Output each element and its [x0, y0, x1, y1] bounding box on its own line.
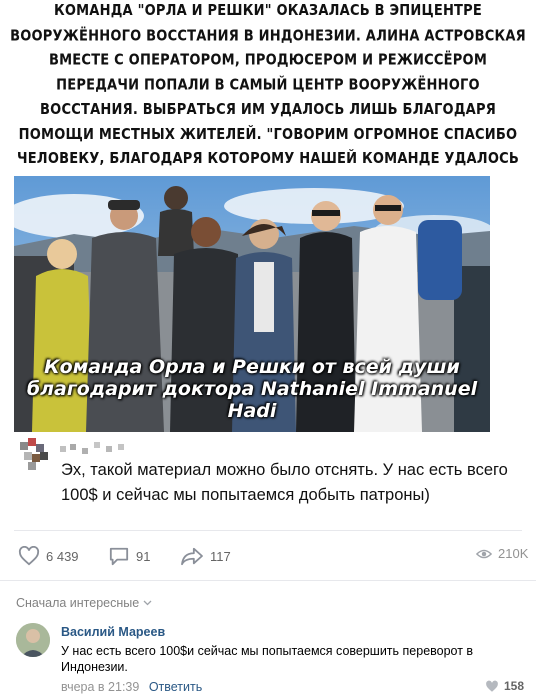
team-photo: Команда Орла и Решки от всей души благод… [14, 176, 490, 432]
post-image[interactable]: Команда "Орла и решки" оказалась в эпице… [0, 0, 536, 530]
comment-text: У нас есть всего 100$и сейчас мы попытае… [61, 644, 474, 674]
post-headline: Команда "Орла и решки" оказалась в эпице… [10, 2, 526, 192]
comments-sort-toggle[interactable]: Сначала интересные [16, 596, 152, 610]
comment-meta: вчера в 21:39 Ответить [61, 680, 202, 694]
comment-like-button[interactable]: 158 [485, 679, 524, 693]
share-count: 117 [210, 548, 231, 564]
comment-like-count: 158 [503, 679, 524, 693]
heart-icon [486, 680, 498, 692]
divider [0, 580, 536, 581]
reply-button[interactable]: Ответить [149, 680, 202, 694]
view-count: 210K [498, 546, 529, 561]
avatar-image [16, 623, 50, 657]
comment-author[interactable]: Василий Мареев [61, 625, 165, 639]
divider [14, 530, 522, 531]
comment-icon [109, 547, 129, 566]
photo-caption-line2: благодарит доктора Nathaniel Immanuel Ha… [26, 378, 478, 422]
comment-button[interactable]: 91 [108, 546, 150, 566]
like-button[interactable]: 6 439 [18, 546, 79, 566]
photo-caption-line1: Команда Орла и Решки от всей души [44, 356, 460, 378]
avatar[interactable] [16, 623, 50, 657]
comment-count: 91 [136, 548, 151, 564]
share-button[interactable]: 117 [180, 546, 231, 566]
like-count: 6 439 [46, 548, 79, 564]
heart-icon [18, 546, 40, 566]
embedded-comment-text: Эх, такой материал можно было отснять. У… [61, 461, 508, 504]
eye-icon [476, 549, 492, 558]
photo-caption: Команда Орла и Решки от всей души благод… [14, 356, 490, 422]
sort-label: Сначала интересные [16, 596, 140, 610]
comment-time[interactable]: вчера в 21:39 [61, 680, 139, 694]
post-actions-bar: 6 439 91 117 210K [0, 538, 536, 572]
share-icon [181, 547, 203, 566]
embedded-comment: Эх, такой материал можно было отснять. У… [14, 432, 522, 522]
views-counter: 210K [476, 546, 528, 561]
chevron-down-icon [143, 600, 152, 606]
